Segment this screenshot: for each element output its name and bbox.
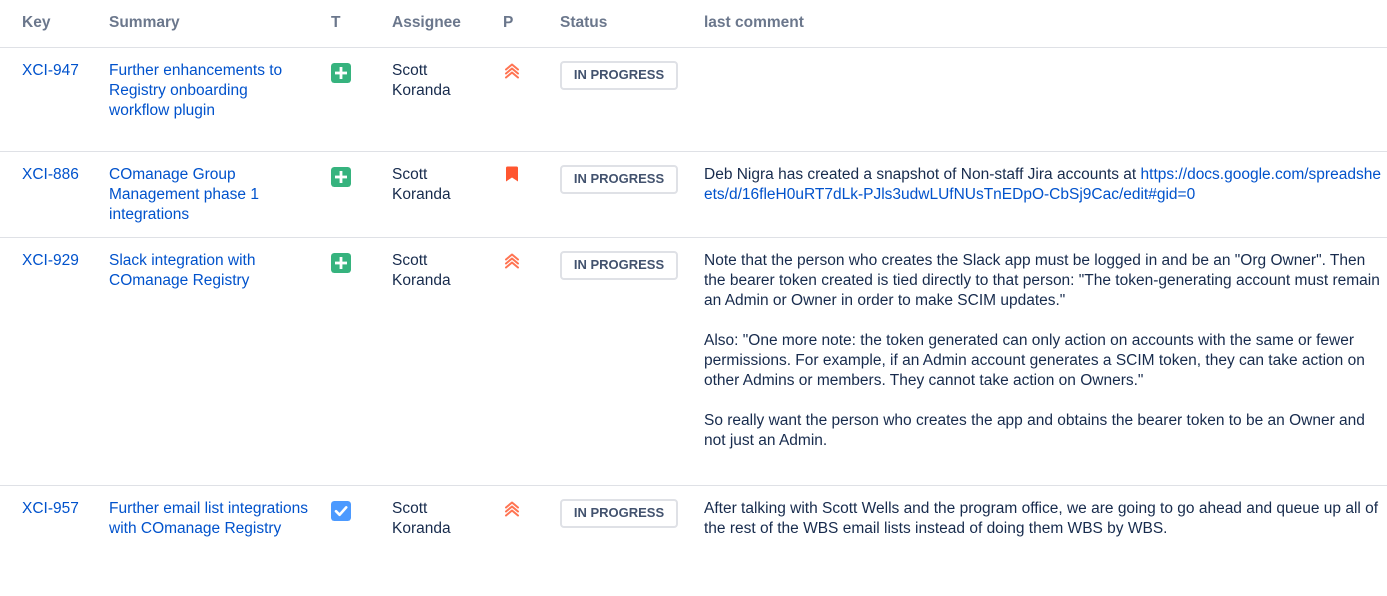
priority-high-icon: [503, 61, 521, 79]
issue-summary-link[interactable]: Slack integration with COmanage Registry: [109, 252, 255, 289]
issue-summary-link[interactable]: COmanage Group Management phase 1 integr…: [109, 166, 259, 223]
column-header-assignee[interactable]: Assignee: [370, 0, 481, 48]
column-header-type[interactable]: T: [309, 0, 370, 48]
status-badge: IN PROGRESS: [560, 250, 678, 280]
new-feature-icon: [331, 63, 351, 83]
column-header-status[interactable]: Status: [538, 0, 682, 48]
issue-summary-link[interactable]: Further enhancements to Registry onboard…: [109, 62, 282, 119]
comment-paragraph: Also: "One more note: the token generate…: [704, 331, 1365, 389]
new-feature-icon: [331, 253, 351, 273]
issue-key-link[interactable]: XCI-957: [22, 500, 79, 517]
last-comment: [682, 47, 1387, 152]
issues-table: Key Summary T Assignee P Status last com…: [0, 0, 1387, 547]
assignee-name: Scott Koranda: [392, 251, 451, 289]
last-comment: After talking with Scott Wells and the p…: [682, 485, 1387, 547]
issue-key-link[interactable]: XCI-886: [22, 166, 79, 183]
comment-paragraph: So really want the person who creates th…: [704, 411, 1365, 449]
assignee-name: Scott Koranda: [392, 165, 451, 203]
priority-highest-icon: [503, 165, 521, 183]
priority-high-icon: [503, 251, 521, 269]
status-badge: IN PROGRESS: [560, 164, 678, 194]
column-header-priority[interactable]: P: [481, 0, 538, 48]
comment-paragraph: Note that the person who creates the Sla…: [704, 251, 1380, 309]
assignee-name: Scott Koranda: [392, 499, 451, 537]
last-comment: Note that the person who creates the Sla…: [682, 237, 1387, 486]
issue-key-link[interactable]: XCI-947: [22, 62, 79, 79]
task-icon: [331, 501, 351, 521]
column-header-summary[interactable]: Summary: [87, 0, 309, 48]
table-row: XCI-929 Slack integration with COmanage …: [0, 237, 1387, 486]
table-header-row: Key Summary T Assignee P Status last com…: [0, 0, 1387, 48]
comment-text: Deb Nigra has created a snapshot of Non-…: [704, 165, 1141, 183]
table-row: XCI-957 Further email list integrations …: [0, 485, 1387, 547]
column-header-last-comment[interactable]: last comment: [682, 0, 1387, 48]
issue-summary-link[interactable]: Further email list integrations with COm…: [109, 500, 308, 537]
last-comment: Deb Nigra has created a snapshot of Non-…: [682, 151, 1387, 238]
new-feature-icon: [331, 167, 351, 187]
status-badge: IN PROGRESS: [560, 60, 678, 90]
column-header-key[interactable]: Key: [0, 0, 87, 48]
status-badge: IN PROGRESS: [560, 498, 678, 528]
assignee-name: Scott Koranda: [392, 61, 451, 99]
table-row: XCI-886 COmanage Group Management phase …: [0, 151, 1387, 238]
issue-key-link[interactable]: XCI-929: [22, 252, 79, 269]
table-row: XCI-947 Further enhancements to Registry…: [0, 47, 1387, 152]
comment-paragraph: After talking with Scott Wells and the p…: [704, 499, 1379, 537]
priority-high-icon: [503, 499, 521, 517]
